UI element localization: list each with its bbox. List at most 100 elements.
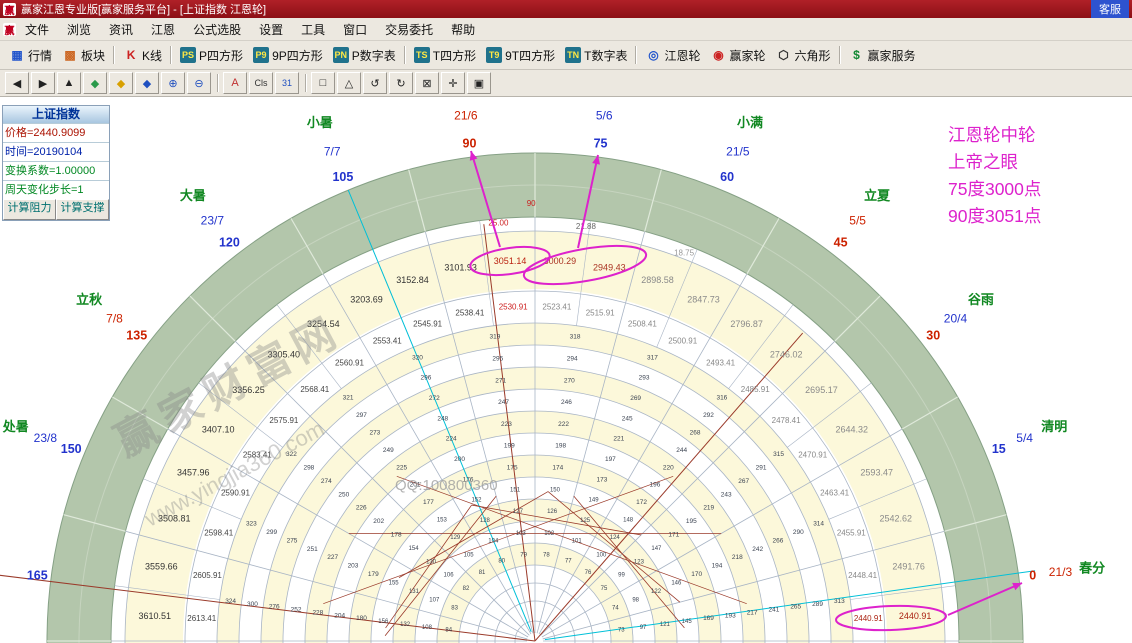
zoom-in-button[interactable]: ⊕ [161,72,185,94]
price-ring-inner-value: 2455.91 [837,529,866,538]
rotate-right-button[interactable]: ↻ [389,72,413,94]
toolbar-item-P数字表[interactable]: PNP数字表 [328,45,401,66]
screen-tool[interactable]: ▣ [467,72,491,94]
price-ring-outer-value: 2898.58 [641,275,674,285]
menu-item-窗口[interactable]: 窗口 [334,19,376,40]
menu-item-设置[interactable]: 设置 [250,19,292,40]
ring-cell-value: 103 [516,531,527,537]
price-ring-outer-value: 2847.73 [687,294,720,304]
ring-cell-value: 226 [356,505,367,512]
menu-item-工具[interactable]: 工具 [292,19,334,40]
forward-button[interactable]: ▶ [31,72,55,94]
ring-cell-value: 246 [561,399,572,406]
ring-cell-value: 273 [369,429,380,436]
calc-button-计算支撑[interactable]: 计算支撑 [56,199,109,220]
diamond-blue-tool[interactable]: ◆ [135,72,159,94]
price-ring-inner-value: 2440.91 [854,614,883,623]
toolbar-item-T四方形[interactable]: TST四方形 [409,45,481,66]
toolbar-separator [839,46,841,64]
degree-label: 45 [834,236,848,250]
price-ring-outer-value: 3610.51 [139,611,172,621]
price-ring-outer-value: 3152.84 [396,275,429,285]
toolbar-item-赢家轮[interactable]: ◉赢家轮 [705,45,770,66]
menu-item-交易委托[interactable]: 交易委托 [376,19,442,40]
degree-label: 165 [27,568,48,582]
ring-cell-value: 321 [343,394,354,401]
menu-item-资讯[interactable]: 资讯 [100,19,142,40]
menu-item-文件[interactable]: 文件 [16,19,58,40]
degree-label: 90 [463,136,477,150]
kline-icon: K [123,47,139,63]
ring-cell-value: 171 [668,531,679,538]
ring-cell-value: 154 [409,546,420,552]
t-square-icon: TS [414,47,430,63]
toolbar-item-行情[interactable]: ▦行情 [4,45,57,66]
ring-cell-value: 80 [498,559,505,565]
ring-cell-value: 76 [585,570,592,576]
back-button[interactable]: ◀ [5,72,29,94]
ring-cell-value: 124 [610,535,621,541]
toolbar-item-9P四方形[interactable]: P99P四方形 [248,45,328,66]
date-label: 7/7 [324,144,341,158]
menu-item-江恩[interactable]: 江恩 [142,19,184,40]
chart-area[interactable]: 7374757677787980818283849798991001011021… [0,97,1132,643]
toolbar-item-P四方形[interactable]: PSP四方形 [175,45,248,66]
zoom-out-button[interactable]: ⊖ [187,72,211,94]
ring-cell-value: 106 [444,573,455,579]
toolbar-item-9T四方形[interactable]: T99T四方形 [481,45,560,66]
ring-cell-value: 318 [570,334,581,341]
toolbar-item-T数字表[interactable]: TNT数字表 [560,45,632,66]
text-tool[interactable]: A [223,72,247,94]
gann-wheel[interactable]: 7374757677787980818283849798991001011021… [0,97,1132,643]
menu-item-帮助[interactable]: 帮助 [442,19,484,40]
toolbar-item-赢家服务[interactable]: $赢家服务 [844,45,921,66]
service-button[interactable]: 客服 [1091,0,1129,18]
clear-button[interactable]: Cls [249,72,273,94]
ring-cell-value: 320 [412,354,423,361]
menu-item-浏览[interactable]: 浏览 [58,19,100,40]
toolbar-separator [635,46,637,64]
pointer-tool[interactable]: ▲ [57,72,81,94]
ring-cell-value: 289 [812,601,823,608]
toolbar-item-六角形[interactable]: ⬡六角形 [771,45,836,66]
calc-button-计算阻力[interactable]: 计算阻力 [3,199,56,220]
ring-cell-value: 123 [634,559,645,565]
ring-cell-value: 172 [636,499,647,506]
ring-cell-value: 251 [307,546,318,553]
ring-cell-value: 314 [813,521,824,528]
ring-cell-value: 102 [544,531,555,537]
blocks-icon: ▩ [62,47,78,63]
date-label: 5/6 [596,109,613,123]
ring-cell-value: 99 [618,573,625,579]
delete-tool[interactable]: ⊠ [415,72,439,94]
ring-cell-value: 323 [246,521,257,528]
degree-label: 105 [332,170,353,184]
ring-cell-value: 180 [356,615,367,622]
ring-cell-value: 78 [543,553,550,559]
ring-cell-value: 148 [623,518,634,524]
triangle-tool[interactable]: △ [337,72,361,94]
price-ring-inner-value: 2530.91 [499,303,528,312]
crosshair-tool[interactable]: ✛ [441,72,465,94]
ring-cell-value: 98 [632,597,639,603]
ring-cell-value: 175 [507,464,518,471]
diamond-green-tool[interactable]: ◆ [83,72,107,94]
menu-item-公式选股[interactable]: 公式选股 [184,19,250,40]
toolbar-label: 9T四方形 [505,47,555,64]
ring-cell-value: 317 [647,354,658,361]
toolbar-separator [404,46,406,64]
ring-cell-value: 104 [488,538,499,544]
rotate-left-button[interactable]: ↺ [363,72,387,94]
ring-cell-value: 198 [555,443,566,450]
toolbar-item-K线[interactable]: KK线 [118,45,167,66]
toolbar-item-板块[interactable]: ▩板块 [57,45,110,66]
toolbar-item-江恩轮[interactable]: ◎江恩轮 [640,45,705,66]
toolbar: ▦行情▩板块 KK线 PSP四方形P99P四方形PNP数字表 TST四方形T99T四方… [0,41,1132,70]
ring-cell-value: 269 [630,395,641,402]
toolbar-label: 赢家轮 [729,47,765,64]
ring-cell-value: 250 [338,491,349,498]
diamond-yellow-tool[interactable]: ◆ [109,72,133,94]
ring-cell-value: 248 [437,415,448,422]
calendar-button[interactable]: 31 [275,72,299,94]
rect-tool[interactable]: □ [311,72,335,94]
